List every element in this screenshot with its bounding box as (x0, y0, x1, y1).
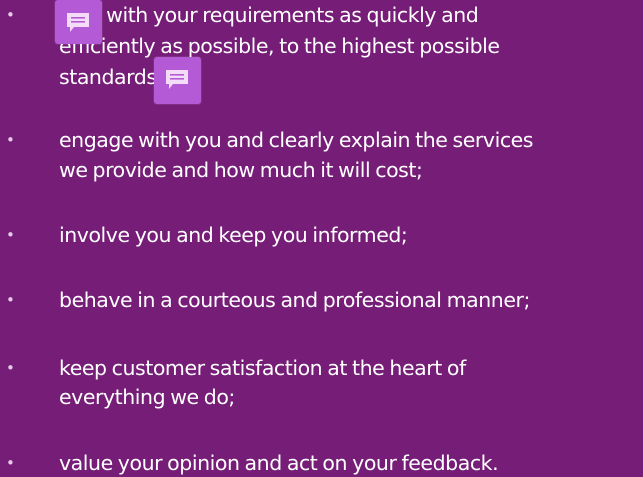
list-item-text: standards; (59, 65, 164, 89)
bullet-marker: • (6, 6, 15, 24)
list-item-text: keep customer satisfaction at the heart … (59, 356, 466, 380)
bullet-marker: • (6, 359, 15, 377)
list-item-text: behave in a courteous and professional m… (59, 288, 530, 312)
comment-icon[interactable] (154, 57, 201, 104)
bullet-marker: • (6, 226, 15, 244)
list-item-text: engage with you and clearly explain the … (59, 128, 534, 152)
list-item-text: involve you and keep you informed; (59, 223, 408, 247)
comment-icon (166, 70, 188, 89)
comment-icon[interactable] (55, 0, 102, 44)
bullet-marker: • (6, 131, 15, 149)
list-item-text: efficiently as possible, to the highest … (59, 34, 500, 58)
list-item-text: we provide and how much it will cost; (59, 158, 423, 182)
requirements-bullet-list: • deal with your requirements as quickly… (0, 0, 643, 477)
list-item-text: everything we do; (59, 385, 235, 409)
bullet-marker: • (6, 291, 15, 309)
list-item-text: value your opinion and act on your feedb… (59, 451, 499, 475)
list-item-text: deal with your requirements as quickly a… (59, 3, 479, 27)
bullet-marker: • (6, 454, 15, 472)
comment-icon (67, 13, 89, 32)
